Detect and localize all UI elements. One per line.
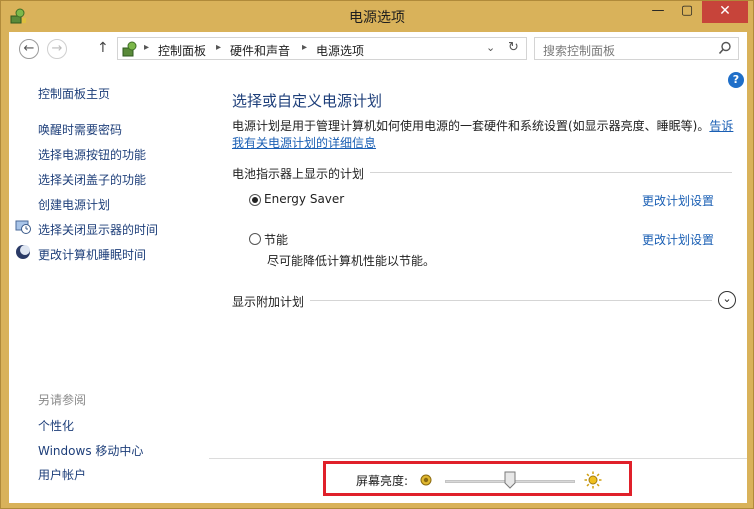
back-button[interactable]: ← — [19, 39, 39, 59]
battery-plans-heading: 电池指示器上显示的计划 — [232, 165, 371, 182]
moon-icon — [16, 245, 30, 259]
breadcrumb-separator: ▸ — [216, 42, 222, 53]
content-area: ? 控制面板主页 唤醒时需要密码 选择电源按钮的功能 选择关闭盖子的功能 创建电… — [9, 66, 747, 503]
page-description: 电源计划是用于管理计算机如何使用电源的一套硬件和系统设置(如显示器亮度、睡眠等)… — [232, 118, 737, 152]
see-also-user-accounts[interactable]: 用户帐户 — [38, 466, 86, 483]
breadcrumb-separator: ▸ — [302, 42, 308, 53]
brightness-label: 屏幕亮度: — [356, 474, 409, 488]
breadcrumb-separator: ▸ — [144, 42, 150, 53]
plan-power-saver-settings-link[interactable]: 更改计划设置 — [642, 231, 714, 248]
breadcrumb-control-panel[interactable]: 控制面板 — [158, 42, 206, 59]
address-bar[interactable]: ▸ 控制面板 ▸ 硬件和声音 ▸ 电源选项 ⌄ ↻ — [117, 37, 527, 60]
see-also-personalization[interactable]: 个性化 — [38, 417, 74, 434]
sidebar-control-panel-home[interactable]: 控制面板主页 — [38, 85, 110, 102]
brightness-slider-thumb[interactable] — [504, 471, 516, 489]
maximize-button[interactable]: ▢ — [672, 1, 702, 23]
learn-more-link-part2[interactable]: 我有关电源计划的详细信息 — [232, 136, 376, 150]
brightness-highlight-box: 屏幕亮度: — [323, 461, 632, 496]
plan-energy-saver-radio[interactable] — [249, 194, 261, 206]
plan-power-saver-name[interactable]: 节能 — [264, 231, 288, 248]
search-icon[interactable] — [718, 41, 732, 55]
bright-brightness-icon — [584, 471, 602, 489]
close-button[interactable]: ✕ — [702, 1, 748, 23]
search-input[interactable]: 搜索控制面板 — [534, 37, 739, 60]
title-bar: 电源选项 — ▢ ✕ — [1, 1, 753, 31]
control-panel-icon — [122, 41, 137, 57]
sidebar-item-wake-password[interactable]: 唤醒时需要密码 — [38, 121, 122, 138]
navigation-bar: ← → ↑ ▸ 控制面板 ▸ 硬件和声音 ▸ 电源选项 ⌄ ↻ 搜索控制面板 — [9, 32, 747, 66]
see-also-mobility-center[interactable]: Windows 移动中心 — [38, 442, 143, 459]
see-also-heading: 另请参阅 — [38, 393, 87, 407]
help-icon[interactable]: ? — [728, 72, 744, 88]
plan-power-saver-radio[interactable] — [249, 233, 261, 245]
sidebar-item-lid-close[interactable]: 选择关闭盖子的功能 — [38, 171, 146, 188]
show-additional-plans-heading: 显示附加计划 — [232, 293, 311, 310]
window-title: 电源选项 — [349, 10, 405, 26]
up-button[interactable]: ↑ — [97, 40, 109, 56]
sidebar-item-display-off[interactable]: 选择关闭显示器的时间 — [38, 221, 158, 238]
sidebar-item-sleep-time[interactable]: 更改计算机睡眠时间 — [38, 246, 146, 263]
dim-brightness-icon — [420, 474, 432, 486]
refresh-icon[interactable]: ↻ — [508, 40, 519, 55]
breadcrumb-power-options[interactable]: 电源选项 — [316, 42, 364, 59]
bottom-divider — [209, 458, 747, 459]
sidebar-item-power-button[interactable]: 选择电源按钮的功能 — [38, 146, 146, 163]
plan-energy-saver-settings-link[interactable]: 更改计划设置 — [642, 192, 714, 209]
page-title: 选择或自定义电源计划 — [232, 92, 383, 110]
chevron-down-icon[interactable]: ⌄ — [486, 41, 495, 54]
description-text: 电源计划是用于管理计算机如何使用电源的一套硬件和系统设置(如显示器亮度、睡眠等)… — [232, 119, 710, 133]
power-options-window: 电源选项 — ▢ ✕ ← → ↑ ▸ 控制面板 ▸ 硬件和声音 ▸ 电源选项 ⌄… — [0, 0, 754, 509]
monitor-clock-icon — [15, 220, 31, 234]
minimize-button[interactable]: — — [644, 1, 672, 23]
plan-power-saver-description: 尽可能降低计算机性能以节能。 — [267, 254, 436, 268]
plan-energy-saver-name[interactable]: Energy Saver — [264, 192, 344, 206]
breadcrumb-hardware-sound[interactable]: 硬件和声音 — [230, 42, 290, 59]
forward-button[interactable]: → — [47, 39, 67, 59]
search-placeholder: 搜索控制面板 — [543, 44, 616, 58]
sidebar-item-create-plan[interactable]: 创建电源计划 — [38, 196, 110, 213]
learn-more-link-part1[interactable]: 告诉 — [709, 119, 733, 133]
expand-additional-plans-button[interactable]: ⌄ — [718, 291, 736, 309]
